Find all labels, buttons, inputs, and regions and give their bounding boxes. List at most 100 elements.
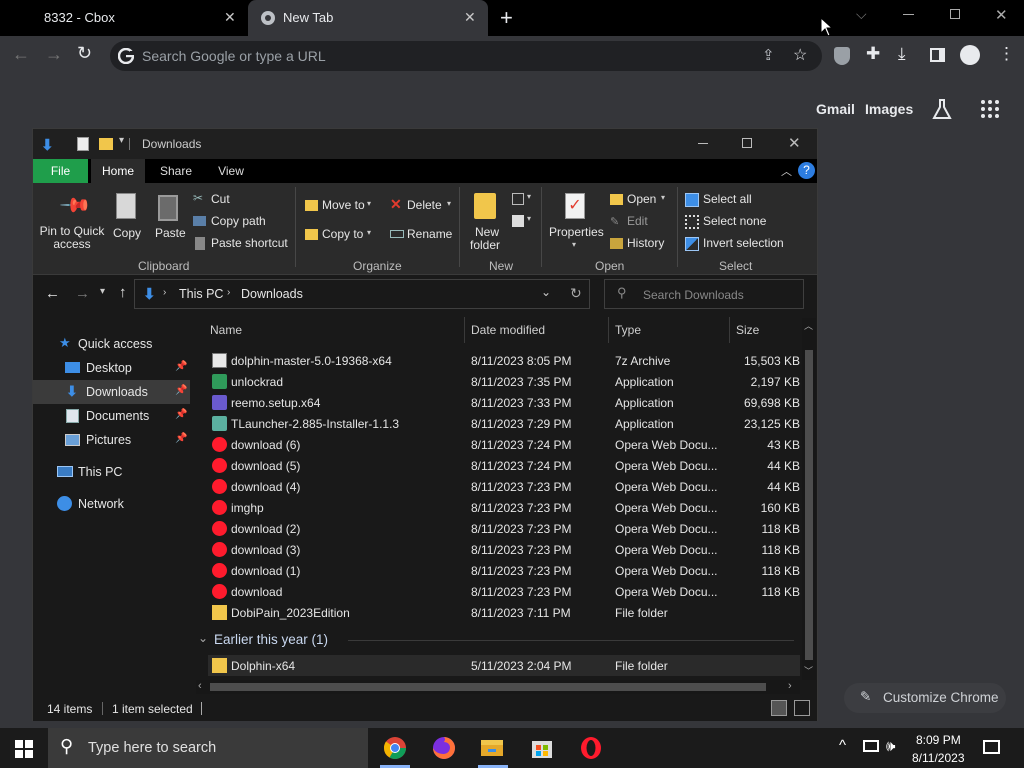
close-icon[interactable]: ✕ [224,9,236,26]
address-bar[interactable]: ⬇ › This PC › Downloads ⌄ ↻ [134,279,590,309]
collapse-ribbon-icon[interactable]: ︿ [781,163,792,179]
file-row[interactable]: reemo.setup.x64 8/11/2023 7:33 PM Applicat… [208,392,800,413]
download-icon[interactable]: ⤓ [898,44,906,64]
maximize-icon[interactable] [742,138,752,148]
customize-chrome-button[interactable]: ✎ Customize Chrome [844,683,1006,713]
file-row[interactable]: download (1) 8/11/2023 7:23 PM Opera Web D… [208,560,800,581]
tab-new-tab[interactable]: New Tab ✕ [248,0,488,36]
tab-view[interactable]: View [207,159,255,183]
bookmark-star-icon[interactable]: ☆ [793,45,807,65]
column-type[interactable]: Type [615,323,641,337]
new-item-icon[interactable] [512,193,524,205]
windows-start-icon[interactable] [15,740,33,758]
clock-date[interactable]: 8/11/2023 [912,751,965,765]
quick-access-dropdown-icon[interactable]: ▾ [119,135,124,146]
gmail-link[interactable]: Gmail [816,101,855,117]
horizontal-scrollbar[interactable]: ‹ › [196,680,800,694]
move-to-button[interactable]: Move to ▾ [303,197,379,215]
scroll-thumb[interactable] [210,683,766,691]
clock-time[interactable]: 8:09 PM [916,733,961,747]
paste-shortcut-button[interactable]: Paste shortcut [193,235,293,253]
pin-to-quick-access-button[interactable]: 📌 Pin to Quick access [37,189,107,255]
address-history-dropdown-icon[interactable]: ⌄ [541,285,551,299]
firefox-taskbar-icon[interactable] [432,736,456,760]
minimize-icon[interactable] [903,14,914,15]
file-row[interactable]: TLauncher-2.885-Installer-1.1.3 8/11/2023… [208,413,800,434]
ublock-icon[interactable] [834,47,850,65]
vertical-scrollbar[interactable]: ︿ ﹀ [802,318,816,680]
file-row[interactable]: dolphin-master-5.0-19368-x64 8/11/2023 8:… [208,350,800,371]
taskbar-search-box[interactable]: ⚲ Type here to search [48,728,368,768]
nav-documents[interactable]: Documents 📌 [33,404,190,428]
cut-button[interactable]: ✂ Cut [193,191,283,209]
details-view-icon[interactable] [771,700,787,716]
forward-arrow-icon[interactable]: → [45,44,63,65]
omnibox[interactable]: Search Google or type a URL ⇪ ☆ [110,41,822,71]
large-icons-view-icon[interactable] [794,700,810,716]
chrome-taskbar-icon[interactable] [383,736,407,760]
file-explorer-taskbar-icon[interactable] [480,736,504,760]
file-row[interactable]: download (5) 8/11/2023 7:24 PM Opera Web D… [208,455,800,476]
volume-icon[interactable]: 🕪 [886,738,895,755]
copy-to-button[interactable]: Copy to ▾ [303,226,379,244]
search-downloads-box[interactable]: ⚲ Search Downloads [604,279,804,309]
back-arrow-icon[interactable]: ← [12,44,30,65]
file-row[interactable]: download (3) 8/11/2023 7:23 PM Opera Web D… [208,539,800,560]
forward-arrow-icon[interactable]: → [75,285,90,302]
scroll-right-icon[interactable]: › [788,680,792,692]
labs-flask-icon[interactable] [932,98,952,120]
folder-quick-icon[interactable] [99,138,113,150]
nav-network[interactable]: Network [33,492,190,516]
apps-grid-icon[interactable] [980,99,1000,119]
properties-quick-icon[interactable] [77,137,89,151]
delete-button[interactable]: ✕ Delete ▾ [389,196,455,215]
nav-this-pc[interactable]: This PC [33,460,190,484]
menu-kebab-icon[interactable]: ⋮ [998,44,1015,64]
scroll-thumb[interactable] [805,350,813,660]
reload-icon[interactable]: ↻ [77,43,92,64]
edit-button[interactable]: ✎ Edit [609,213,673,231]
properties-button[interactable]: ✓ Properties ▾ [549,189,605,255]
copy-path-button[interactable]: Copy path [193,213,293,231]
rename-button[interactable]: Rename [389,226,455,244]
file-row[interactable]: DobiPain_2023Edition 8/11/2023 7:11 PM Fil… [208,602,800,623]
store-taskbar-icon[interactable] [530,736,554,760]
scroll-up-icon[interactable]: ︿ [804,319,813,332]
scroll-left-icon[interactable]: ‹ [198,680,202,692]
open-button[interactable]: Open ▾ [609,191,673,209]
file-row[interactable]: imghp 8/11/2023 7:23 PM Opera Web Docu... 1… [208,497,800,518]
nav-quick-access[interactable]: ★ Quick access [33,332,190,356]
history-button[interactable]: History [609,235,673,253]
tab-home[interactable]: Home [91,159,145,183]
new-tab-plus-icon[interactable]: + [500,5,513,31]
file-row[interactable]: download (2) 8/11/2023 7:23 PM Opera Web D… [208,518,800,539]
recent-locations-chevron-icon[interactable]: ▾ [100,286,105,297]
restore-icon[interactable] [950,9,960,19]
file-row[interactable]: download (6) 8/11/2023 7:24 PM Opera Web D… [208,434,800,455]
close-window-icon[interactable]: ✕ [995,6,1008,24]
profile-avatar-icon[interactable] [960,45,980,65]
nav-downloads[interactable]: ⬇ Downloads 📌 [33,380,190,404]
invert-selection-button[interactable]: Invert selection [685,235,795,253]
share-icon[interactable]: ⇪ [762,46,775,64]
side-panel-icon[interactable] [930,48,945,62]
refresh-icon[interactable]: ↻ [570,285,582,302]
column-date-modified[interactable]: Date modified [471,323,545,337]
nav-desktop[interactable]: Desktop 📌 [33,356,190,380]
tab-cbox[interactable]: 8332 - Cbox ✕ [0,0,248,36]
help-icon[interactable]: ? [798,162,815,179]
images-link[interactable]: Images [865,101,913,117]
back-arrow-icon[interactable]: ← [45,285,60,302]
scroll-down-icon[interactable]: ﹀ [804,664,813,677]
network-icon[interactable] [863,740,879,752]
opera-taskbar-icon[interactable] [579,736,603,760]
column-size[interactable]: Size [736,323,759,337]
select-all-button[interactable]: Select all [685,191,785,209]
up-arrow-icon[interactable]: ↑ [119,284,127,301]
notifications-icon[interactable] [983,740,1000,754]
column-name[interactable]: Name [210,323,242,337]
file-row[interactable]: Dolphin-x64 5/11/2023 2:04 PM File folder [208,655,800,676]
show-hidden-icons-icon[interactable]: ^ [839,737,846,754]
paste-button[interactable]: Paste [151,189,187,255]
breadcrumb-downloads[interactable]: Downloads [241,287,303,301]
